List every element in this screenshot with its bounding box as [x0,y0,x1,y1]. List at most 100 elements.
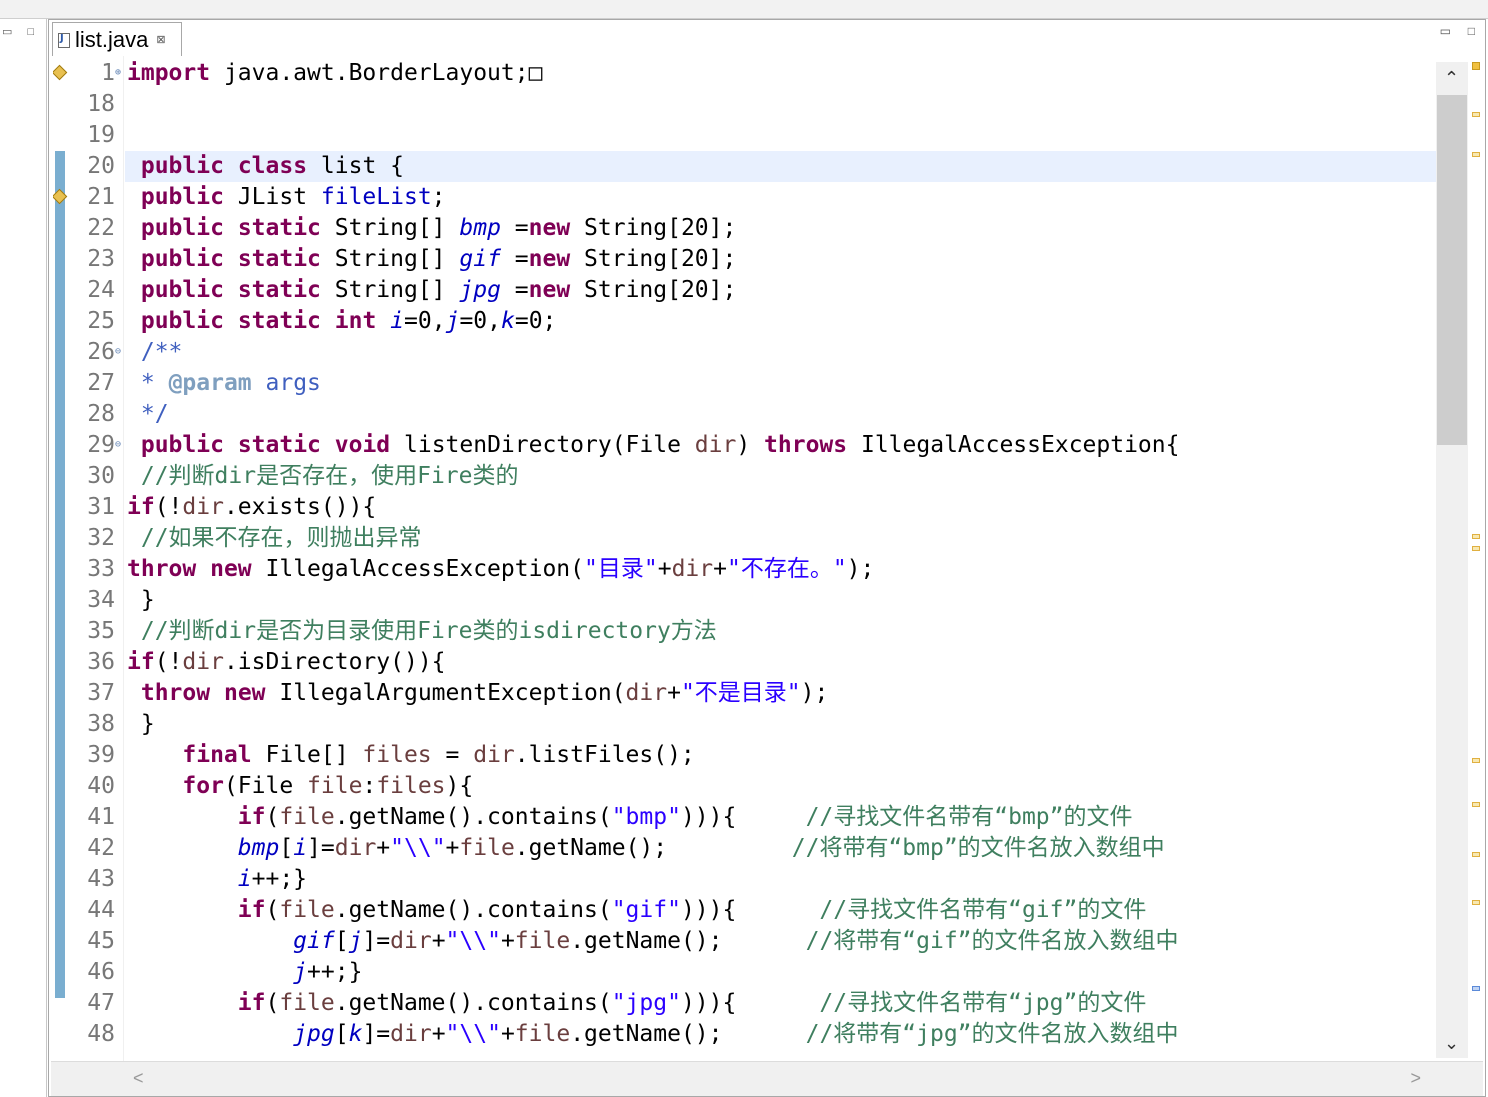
scroll-up-icon[interactable]: ⌃ [1444,68,1459,89]
code-token: String[] [320,246,460,272]
code-token: ))){ [680,990,820,1016]
code-line[interactable]: 45 gif[j]=dir+"\\"+file.getName(); //将带有… [53,926,1437,957]
scroll-left-icon[interactable]: < [133,1068,144,1089]
overview-mark[interactable] [1472,758,1480,763]
code-line[interactable]: 26 ⊖ /** [53,337,1437,368]
code-text: public static String[] gif =new String[2… [125,244,1437,275]
code-line[interactable]: 27 * @param args [53,368,1437,399]
code-token: if [237,990,266,1016]
code-token: //寻找文件名带有“gif”的文件 [819,897,1147,923]
code-token: i [237,866,252,892]
code-token: throw [127,556,197,582]
overview-mark[interactable] [1472,802,1480,807]
code-line[interactable]: 32 //如果不存在，则抛出异常 [53,523,1437,554]
fold-collapse-icon[interactable]: ⊖ [115,347,124,357]
code-token: bmp [459,215,501,241]
code-line[interactable]: 44 if(file.getName().contains("gif"))){ … [53,895,1437,926]
code-line[interactable]: 31 if(!dir.exists()){ [53,492,1437,523]
code-token: String[] [320,277,460,303]
code-line[interactable]: 23 public static String[] gif =new Strin… [53,244,1437,275]
code-area[interactable]: 1 ⊕ import java.awt.BorderLayout;□ 18 19 20 p… [53,56,1437,1061]
code-line[interactable]: 35 //判断dir是否为目录使用Fire类的isdirectory方法 [53,616,1437,647]
code-line[interactable]: 21 public JList fileList; [53,182,1437,213]
minimize-icon[interactable]: ▭ [1440,24,1451,38]
code-token: + [445,835,460,861]
code-line[interactable]: 43 i++;} [53,864,1437,895]
code-token: ]= [362,1021,391,1047]
code-token: files [376,773,446,799]
vertical-scrollbar[interactable]: ⌃ ⌄ [1436,62,1468,1058]
code-token: import [127,60,211,86]
code-line[interactable]: 25 public static int i=0,j=0,k=0; [53,306,1437,337]
code-token: String[] [320,215,460,241]
code-line[interactable]: 46 j++;} [53,957,1437,988]
line-number: 18 [87,91,115,117]
code-line[interactable]: 28 */ [53,399,1437,430]
code-line[interactable]: 47 if(file.getName().contains("jpg"))){ … [53,988,1437,1019]
scroll-down-icon[interactable]: ⌄ [1444,1033,1459,1054]
line-number: 32 [87,525,115,551]
scroll-right-icon[interactable]: > [1410,1068,1421,1089]
overview-mark[interactable] [1472,112,1480,117]
code-line[interactable]: 19 [53,120,1437,151]
code-line[interactable]: 48 jpg[k]=dir+"\\"+file.getName(); //将带有… [53,1019,1437,1050]
code-token: gif [459,246,501,272]
code-token: //寻找文件名带有“bmp”的文件 [805,804,1133,830]
code-line[interactable]: 36 if(!dir.isDirectory()){ [53,647,1437,678]
left-panel-controls[interactable]: ▭ □ [2,25,40,38]
overview-mark[interactable] [1472,534,1480,539]
tab-close-icon[interactable]: ⊠ [156,33,165,46]
code-token: [ [279,835,294,861]
overview-mark[interactable] [1472,62,1480,70]
overview-mark[interactable] [1472,546,1480,551]
fold-collapse-icon[interactable]: ⊖ [115,440,124,450]
code-line[interactable]: 34 } [53,585,1437,616]
maximize-icon[interactable]: □ [1468,24,1475,38]
code-line[interactable]: 40 for(File file:files){ [53,771,1437,802]
code-line[interactable]: 33 throw new IllegalAccessException("目录"+… [53,554,1437,585]
overview-mark[interactable] [1472,986,1480,991]
scroll-thumb[interactable] [1437,95,1467,445]
code-token: (! [154,494,183,520]
code-line[interactable]: 37 throw new IllegalArgumentException(di… [53,678,1437,709]
code-token: dir [182,649,224,675]
code-line[interactable]: 30 //判断dir是否存在，使用Fire类的 [53,461,1437,492]
warning-icon[interactable] [53,64,68,81]
warning-icon[interactable] [53,188,68,205]
code-token: * [140,370,169,396]
line-number: 26 [87,339,115,365]
code-token: .isDirectory()){ [223,649,446,675]
code-line[interactable]: 29 ⊖ public static void listenDirectory(F… [53,430,1437,461]
code-line[interactable]: 41 if(file.getName().contains("bmp"))){ … [53,802,1437,833]
overview-mark[interactable] [1472,900,1480,905]
code-line[interactable]: 24 public static String[] jpg =new Strin… [53,275,1437,306]
horizontal-scrollbar[interactable]: < > [51,1061,1483,1096]
code-token: = [500,246,529,272]
fold-expand-icon[interactable]: ⊕ [115,68,124,78]
code-line[interactable]: 39 final File[] files = dir.listFiles(); [53,740,1437,771]
overview-mark[interactable] [1472,152,1480,157]
code-token: "目录" [584,556,658,582]
tab-list-java[interactable]: J list.java ⊠ [52,22,182,56]
line-number: 23 [87,246,115,272]
code-line[interactable]: 18 [53,89,1437,120]
code-text: /** [125,337,1437,368]
code-token: args [251,370,321,396]
code-text: //判断dir是否存在，使用Fire类的 [125,461,1437,492]
code-token: (File [223,773,308,799]
code-token: "不存在。" [726,556,847,582]
code-token: static [237,277,321,303]
code-token: fileList [320,184,432,210]
code-line[interactable]: 42 bmp[i]=dir+"\\"+file.getName(); //将带有… [53,833,1437,864]
code-token: public [140,308,224,334]
overview-mark[interactable] [1472,852,1480,857]
overview-ruler[interactable] [1468,56,1485,1061]
code-line[interactable]: 22 public static String[] bmp =new Strin… [53,213,1437,244]
code-line[interactable]: 1 ⊕ import java.awt.BorderLayout;□ [53,58,1437,89]
code-line[interactable]: 38 } [53,709,1437,740]
code-line[interactable]: 20 public class list { [53,151,1437,182]
